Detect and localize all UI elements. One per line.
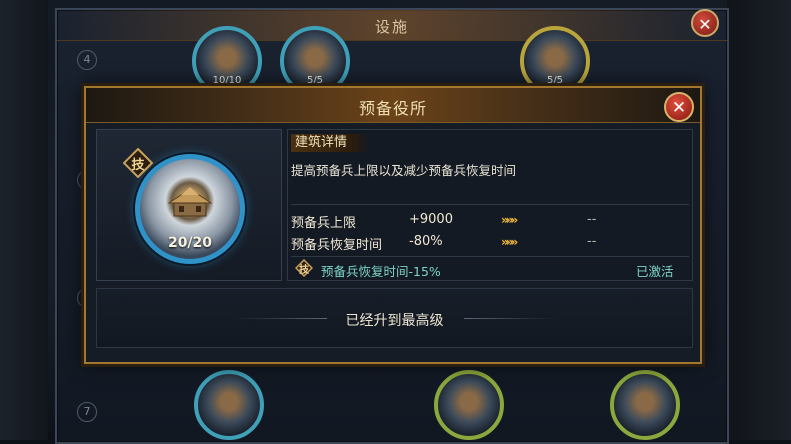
max-level-bar: 已经升到最高级 [96, 288, 693, 348]
building-level: 20/20 [167, 235, 213, 251]
facility-close-button[interactable]: ✕ [691, 9, 719, 37]
facility-title-bar: 设施 [57, 10, 727, 41]
stat-row: 预备兵恢复时间 -80% »»» -- [291, 234, 689, 254]
building-count: 10/10 [212, 75, 242, 86]
double-arrow-icon: »»» [501, 213, 518, 227]
facility-building-slot[interactable] [610, 370, 680, 440]
facility-building-slot[interactable] [194, 370, 264, 440]
bonus-badge-label: 技 [299, 265, 309, 276]
building-card: 20/20 技 [96, 129, 282, 281]
bonus-badge-label-wrap: 技 [295, 259, 313, 277]
row-number: 4 [77, 50, 97, 70]
building-details: 建筑详情 提高预备兵上限以及减少预备兵恢复时间 预备兵上限 +9000 »»» … [287, 129, 693, 281]
tech-badge-icon [123, 148, 153, 178]
facility-panel-title: 设施 [374, 18, 409, 36]
building-count: 5/5 [306, 75, 324, 86]
stat-value: +9000 [409, 212, 453, 227]
facility-building-slot[interactable] [434, 370, 504, 440]
divider [291, 256, 689, 257]
tech-bonus-status: 已激活 [636, 264, 674, 279]
stat-next-value: -- [587, 212, 597, 227]
modal-close-button[interactable]: ✕ [664, 92, 694, 122]
close-icon: ✕ [671, 98, 687, 118]
divider [291, 204, 689, 205]
left-side-decoration [0, 0, 48, 440]
stat-row: 预备兵上限 +9000 »»» -- [291, 212, 689, 232]
stat-label: 预备兵上限 [291, 216, 357, 231]
row-number: 7 [77, 402, 97, 422]
modal-title-bar: 预备役所 [86, 88, 700, 123]
modal-title: 预备役所 [358, 99, 427, 118]
details-description: 提高预备兵上限以及减少预备兵恢复时间 [291, 163, 517, 178]
details-header: 建筑详情 [291, 134, 369, 152]
right-side-decoration [727, 0, 791, 440]
double-arrow-icon: »»» [501, 235, 518, 249]
tech-bonus-text: 预备兵恢复时间-15% [321, 264, 441, 279]
close-icon: ✕ [698, 15, 712, 34]
stat-label: 预备兵恢复时间 [291, 238, 383, 253]
tech-bonus-row: 技 预备兵恢复时间-15% 已激活 [291, 259, 689, 279]
building-detail-modal: 预备役所 ✕ 20/20 技 建筑详情 提高预备兵上限以及减少预备兵恢复时间 预… [84, 86, 702, 364]
building-count: 5/5 [546, 75, 564, 86]
stat-next-value: -- [587, 234, 597, 249]
building-icon [167, 187, 213, 217]
stat-value: -80% [409, 234, 443, 249]
max-level-text: 已经升到最高级 [345, 313, 444, 329]
